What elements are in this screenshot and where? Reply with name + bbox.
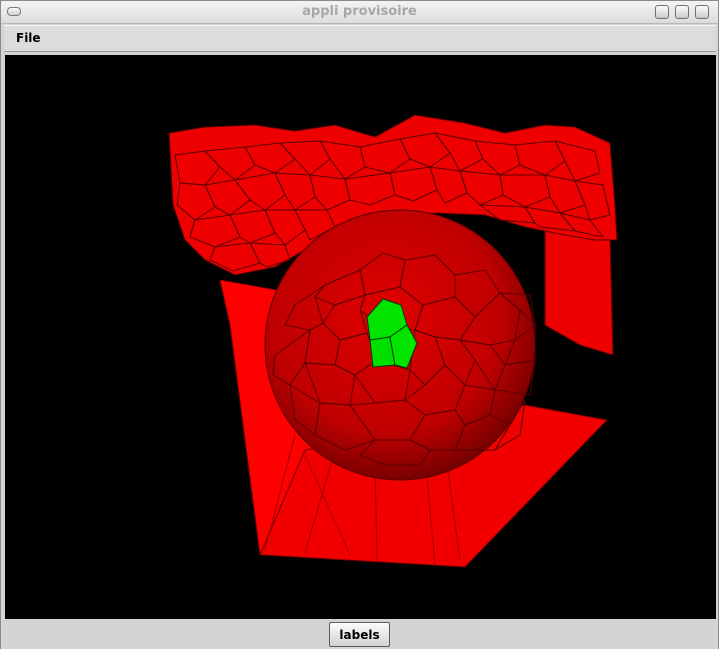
app-window: appli provisoire File labels [0,0,719,649]
labels-button[interactable]: labels [329,622,390,647]
maximize-icon[interactable] [675,5,689,19]
3d-viewport[interactable] [5,55,716,619]
title-bar[interactable]: appli provisoire [1,1,718,24]
menu-bar: File [4,25,716,52]
bottom-bar: labels [1,619,718,649]
mesh-render [168,114,618,568]
minimize-icon[interactable] [655,5,669,19]
window-title: appli provisoire [302,4,417,19]
mesh-wall-right [544,224,614,356]
close-icon[interactable] [695,5,709,19]
menu-file[interactable]: File [14,31,43,45]
